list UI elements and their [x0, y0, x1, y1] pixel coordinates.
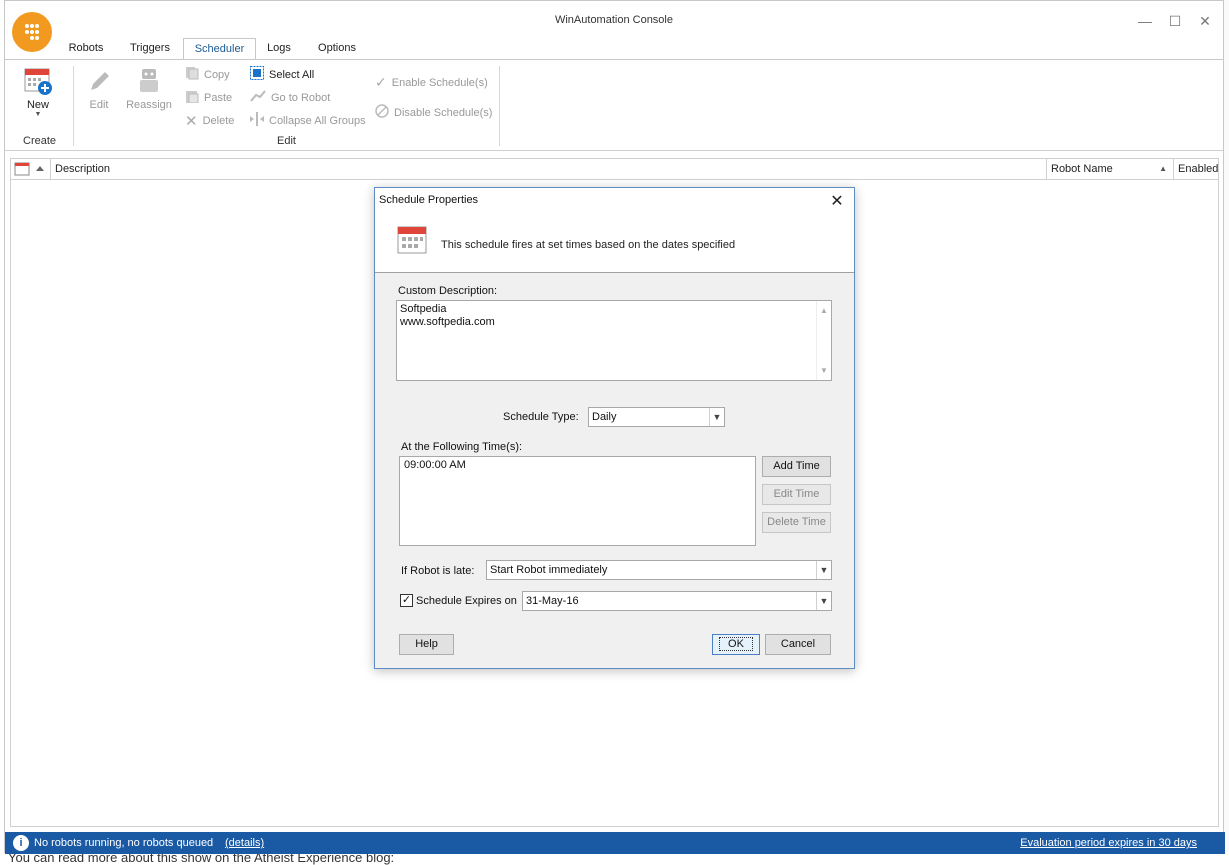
- ok-label: OK: [719, 637, 753, 651]
- schedule-type-select[interactable]: Daily ▼: [588, 407, 725, 427]
- times-label: At the Following Time(s):: [401, 441, 523, 453]
- scroll-up-icon: ▲: [820, 306, 828, 315]
- times-list[interactable]: 09:00:00 AM: [399, 456, 756, 546]
- go-to-robot-icon: [250, 89, 266, 106]
- edit-time-button[interactable]: Edit Time: [762, 484, 831, 505]
- chevron-down-icon: ▼: [709, 408, 724, 426]
- select-all-button[interactable]: Select All: [250, 66, 314, 83]
- chevron-down-icon: ▼: [34, 111, 42, 118]
- dialog-close-icon[interactable]: ✕: [826, 191, 848, 213]
- new-label: New: [26, 99, 49, 111]
- reassign-button[interactable]: Reassign: [125, 66, 173, 111]
- cancel-button[interactable]: Cancel: [765, 634, 831, 655]
- go-to-robot-label: Go to Robot: [271, 91, 331, 104]
- tab-robots[interactable]: Robots: [65, 38, 107, 60]
- status-bar: i No robots running, no robots queued (d…: [5, 832, 1225, 854]
- custom-description-textarea[interactable]: Softpedia www.softpedia.com ▲ ▼: [396, 300, 832, 381]
- ok-button[interactable]: OK: [712, 634, 760, 655]
- evaluation-link[interactable]: Evaluation period expires in 30 days: [1020, 832, 1197, 854]
- disable-icon: [375, 104, 389, 121]
- time-item[interactable]: 09:00:00 AM: [403, 459, 752, 472]
- create-group-label: Create: [23, 135, 57, 147]
- column-robot-name-label: Robot Name: [1051, 163, 1113, 175]
- schedule-expires-label: Schedule Expires on: [416, 595, 517, 607]
- description-line: www.softpedia.com: [400, 316, 495, 328]
- custom-description-label: Custom Description:: [398, 285, 498, 297]
- schedule-grid-header: Description Robot Name ▲ Enabled: [10, 158, 1219, 180]
- schedule-expires-checkbox[interactable]: ✓: [400, 594, 413, 607]
- ribbon-separator: [73, 66, 74, 146]
- edit-label: Edit: [89, 99, 109, 111]
- dialog-title: Schedule Properties: [379, 194, 479, 206]
- enable-schedules-button[interactable]: ✓ Enable Schedule(s): [375, 74, 488, 91]
- delete-time-button[interactable]: Delete Time: [762, 512, 831, 533]
- calendar-icon: [397, 225, 427, 258]
- delete-x-icon: ✕: [185, 113, 198, 130]
- chevron-down-icon: ▼: [816, 561, 831, 579]
- schedule-type-label: Schedule Type:: [503, 411, 579, 423]
- ribbon: New ▼ Create Edit Reassign Copy Paste ✕ …: [5, 59, 1223, 151]
- collapse-label: Collapse All Groups: [269, 114, 366, 127]
- disable-schedules-button[interactable]: Disable Schedule(s): [375, 104, 492, 121]
- scroll-down-icon: ▼: [820, 366, 828, 375]
- select-all-icon: [250, 66, 264, 83]
- dialog-subtitle: This schedule fires at set times based o…: [441, 239, 736, 251]
- late-label: If Robot is late:: [401, 565, 475, 577]
- late-action-value: Start Robot immediately: [490, 564, 608, 576]
- paste-label: Paste: [204, 91, 233, 104]
- column-enabled[interactable]: Enabled: [1174, 159, 1219, 179]
- collapse-all-groups-button[interactable]: Collapse All Groups: [250, 112, 366, 129]
- schedule-type-value: Daily: [592, 411, 617, 423]
- edit-group-label: Edit: [277, 135, 296, 147]
- paste-button[interactable]: Paste: [185, 89, 232, 106]
- ribbon-separator: [499, 66, 500, 146]
- pencil-icon: [91, 72, 109, 90]
- minimize-icon[interactable]: —: [1130, 11, 1160, 31]
- chevron-down-icon: ▼: [816, 592, 831, 610]
- robot-icon: [140, 69, 158, 92]
- late-action-select[interactable]: Start Robot immediately ▼: [486, 560, 832, 580]
- enable-label: Enable Schedule(s): [391, 76, 488, 89]
- column-description[interactable]: Description: [51, 159, 1047, 179]
- copy-label: Copy: [204, 68, 230, 81]
- tab-options[interactable]: Options: [315, 38, 359, 60]
- details-link[interactable]: (details): [225, 832, 264, 854]
- paste-icon: [185, 89, 199, 106]
- select-all-label: Select All: [269, 68, 315, 81]
- tab-scheduler[interactable]: Scheduler: [183, 38, 256, 60]
- description-line: Softpedia: [400, 303, 447, 315]
- disable-label: Disable Schedule(s): [394, 106, 493, 119]
- copy-button[interactable]: Copy: [185, 66, 230, 83]
- help-button[interactable]: Help: [399, 634, 454, 655]
- close-window-icon[interactable]: ✕: [1190, 11, 1220, 31]
- description-scrollbar[interactable]: ▲ ▼: [816, 301, 831, 380]
- schedule-properties-dialog: Schedule Properties ✕ This schedule fire…: [374, 187, 855, 669]
- status-text: No robots running, no robots queued: [34, 837, 214, 849]
- info-icon: i: [13, 835, 29, 851]
- grid-options-button[interactable]: [11, 159, 51, 179]
- maximize-icon[interactable]: ☐: [1160, 11, 1190, 31]
- tab-triggers[interactable]: Triggers: [127, 38, 173, 60]
- tab-logs[interactable]: Logs: [264, 38, 294, 60]
- sort-asc-icon: ▲: [1159, 164, 1167, 173]
- new-button[interactable]: New ▼: [20, 66, 56, 118]
- go-to-robot-button[interactable]: Go to Robot: [250, 89, 330, 106]
- copy-icon: [185, 66, 199, 83]
- edit-button[interactable]: Edit: [85, 66, 113, 111]
- delete-label: Delete: [202, 115, 235, 127]
- grid-calendar-icon: [14, 162, 44, 176]
- calendar-add-icon: [24, 68, 52, 95]
- checkmark-icon: ✓: [375, 74, 387, 90]
- delete-button[interactable]: ✕ Delete: [185, 112, 234, 130]
- column-robot-name[interactable]: Robot Name ▲: [1047, 159, 1174, 179]
- collapse-icon: [250, 112, 264, 129]
- window-title: WinAutomation Console: [554, 14, 673, 26]
- expires-date-picker[interactable]: 31-May-16 ▼: [522, 591, 832, 611]
- expires-date-value: 31-May-16: [526, 595, 579, 607]
- dialog-header: Schedule Properties ✕ This schedule fire…: [375, 188, 854, 273]
- title-bar: WinAutomation Console — ☐ ✕: [5, 1, 1223, 52]
- reassign-label: Reassign: [126, 99, 172, 111]
- add-time-button[interactable]: Add Time: [762, 456, 831, 477]
